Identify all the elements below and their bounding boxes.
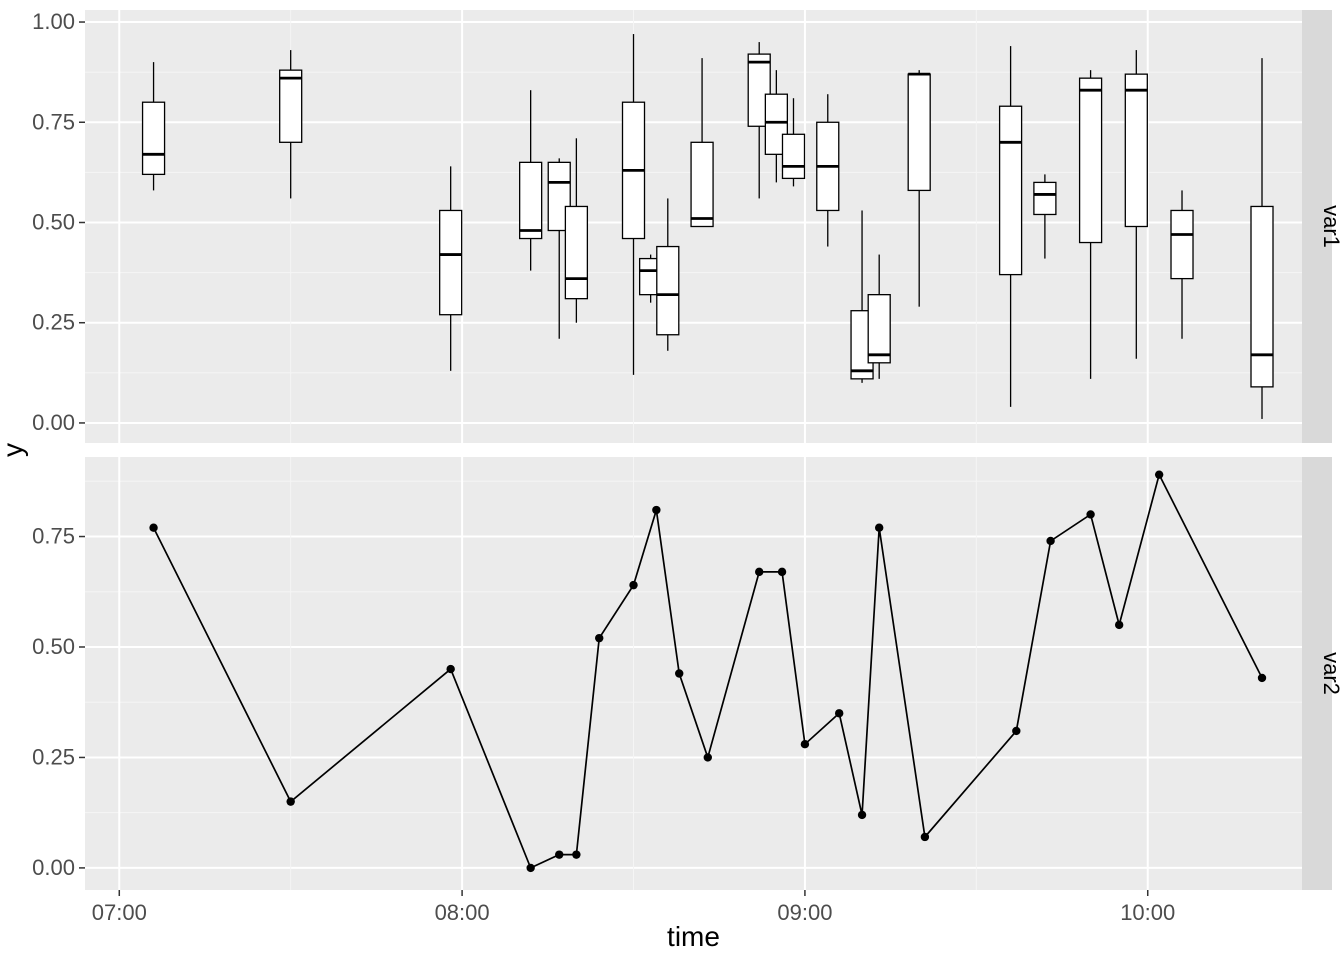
box [1125,74,1147,226]
chart-svg: var1 var2 0.00 0.25 0.50 0.75 1.00 0.00 0.25 0.50… [0,0,1344,960]
data-point [286,797,294,805]
svg-text:08:00: 08:00 [435,900,490,925]
data-point [555,850,563,858]
data-point [1258,674,1266,682]
data-point [1046,537,1054,545]
svg-text:0.25: 0.25 [32,744,75,769]
data-point [572,850,580,858]
data-point [801,740,809,748]
facet-label-2: var2 [1319,652,1344,695]
box [1034,182,1056,214]
svg-text:0.00: 0.00 [32,410,75,435]
svg-text:10:00: 10:00 [1120,900,1175,925]
svg-text:0.50: 0.50 [32,634,75,659]
svg-text:0.75: 0.75 [32,524,75,549]
box [1080,78,1102,242]
box [908,74,930,190]
box [143,102,165,174]
data-point [1012,727,1020,735]
box [1000,106,1022,274]
box [868,295,890,363]
facet-label-1: var1 [1319,205,1344,248]
data-point [1086,510,1094,518]
data-point [595,634,603,642]
data-point [858,811,866,819]
box [691,142,713,226]
svg-text:0.75: 0.75 [32,109,75,134]
svg-text:07:00: 07:00 [92,900,147,925]
data-point [835,709,843,717]
data-point [755,568,763,576]
box [440,210,462,314]
box [657,247,679,335]
y-axis-title: y [0,443,28,457]
data-point [675,669,683,677]
box [565,206,587,298]
data-point [778,568,786,576]
svg-text:0.00: 0.00 [32,855,75,880]
svg-text:0.50: 0.50 [32,209,75,234]
data-point [704,753,712,761]
x-axis-title: time [667,921,720,952]
data-point [921,833,929,841]
svg-text:1.00: 1.00 [32,9,75,34]
box [1251,206,1273,386]
data-point [629,581,637,589]
svg-text:09:00: 09:00 [777,900,832,925]
data-point [652,506,660,514]
data-point [526,864,534,872]
box [1171,210,1193,278]
data-point [149,523,157,531]
faceted-chart: var1 var2 0.00 0.25 0.50 0.75 1.00 0.00 0.25 0.50… [0,0,1344,960]
data-point [446,665,454,673]
box [520,162,542,238]
data-point [1115,621,1123,629]
data-point [1155,470,1163,478]
svg-text:0.25: 0.25 [32,310,75,335]
data-point [875,523,883,531]
box [280,70,302,142]
panel-var2 [85,457,1302,890]
box [782,134,804,178]
